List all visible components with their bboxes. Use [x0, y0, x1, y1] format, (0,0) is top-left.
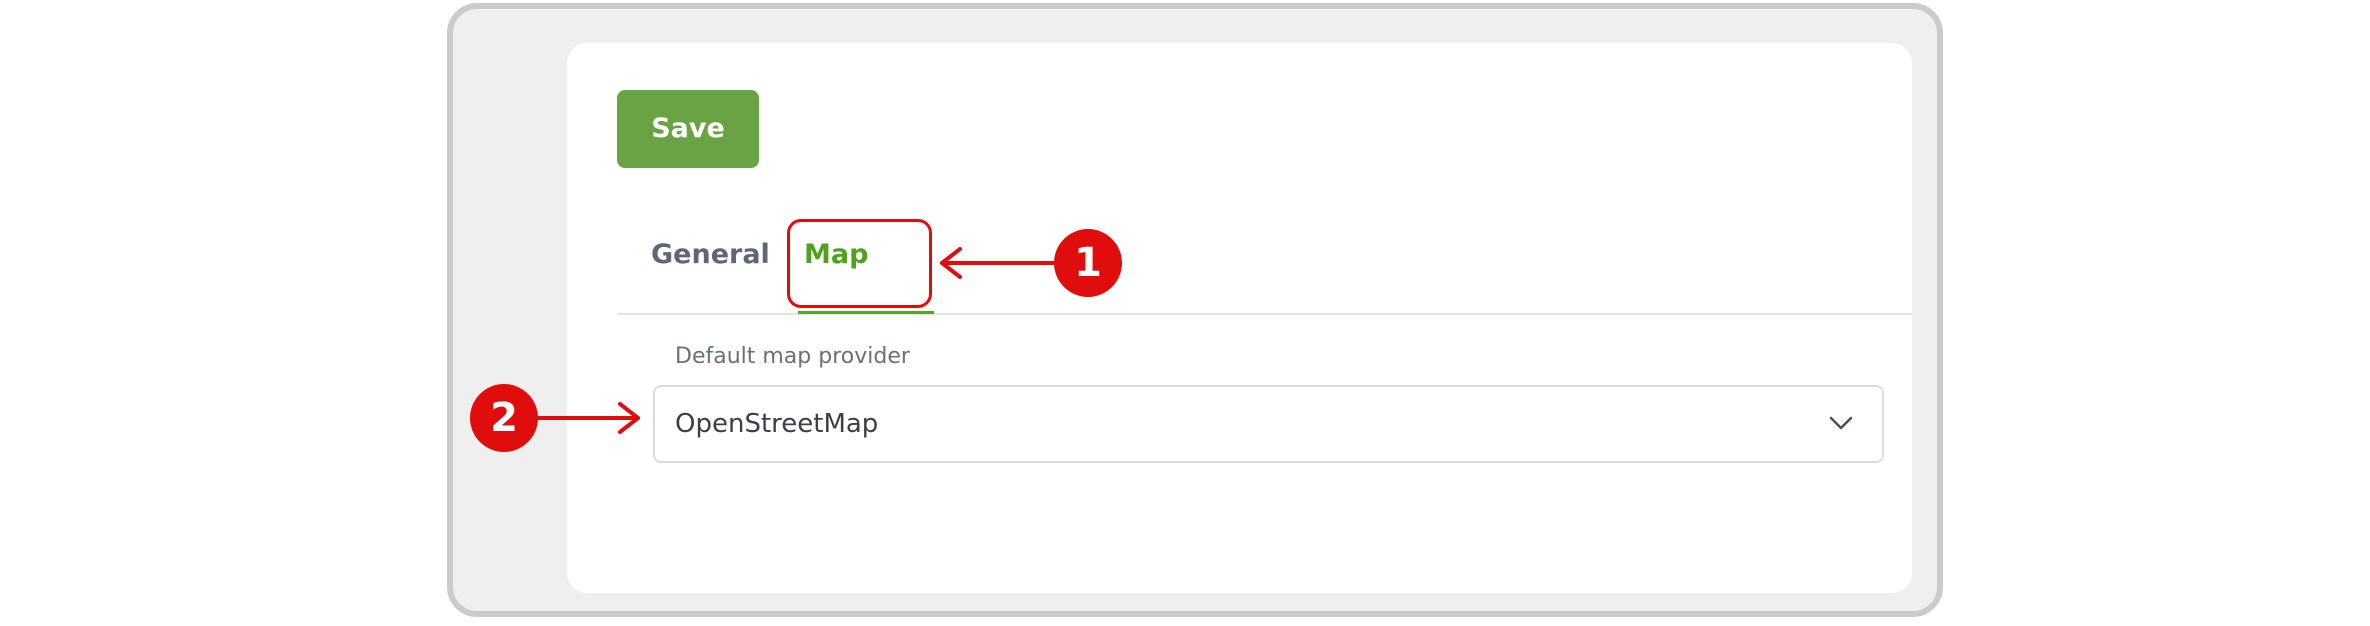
- map-provider-select[interactable]: OpenStreetMap: [653, 385, 1884, 463]
- annotation-highlight-map-tab: [787, 219, 932, 308]
- settings-panel: Save General Map Default map provider Op…: [567, 43, 1912, 593]
- save-button[interactable]: Save: [617, 90, 759, 168]
- chevron-down-icon: [1829, 416, 1853, 430]
- active-tab-indicator: [798, 311, 934, 314]
- map-provider-value: OpenStreetMap: [675, 409, 879, 439]
- map-provider-label: Default map provider: [675, 344, 910, 369]
- tab-general[interactable]: General: [651, 233, 770, 277]
- screenshot-frame: Save General Map Default map provider Op…: [447, 3, 1943, 617]
- annotation-badge-1: 1: [1054, 229, 1122, 297]
- annotation-badge-2: 2: [470, 384, 538, 452]
